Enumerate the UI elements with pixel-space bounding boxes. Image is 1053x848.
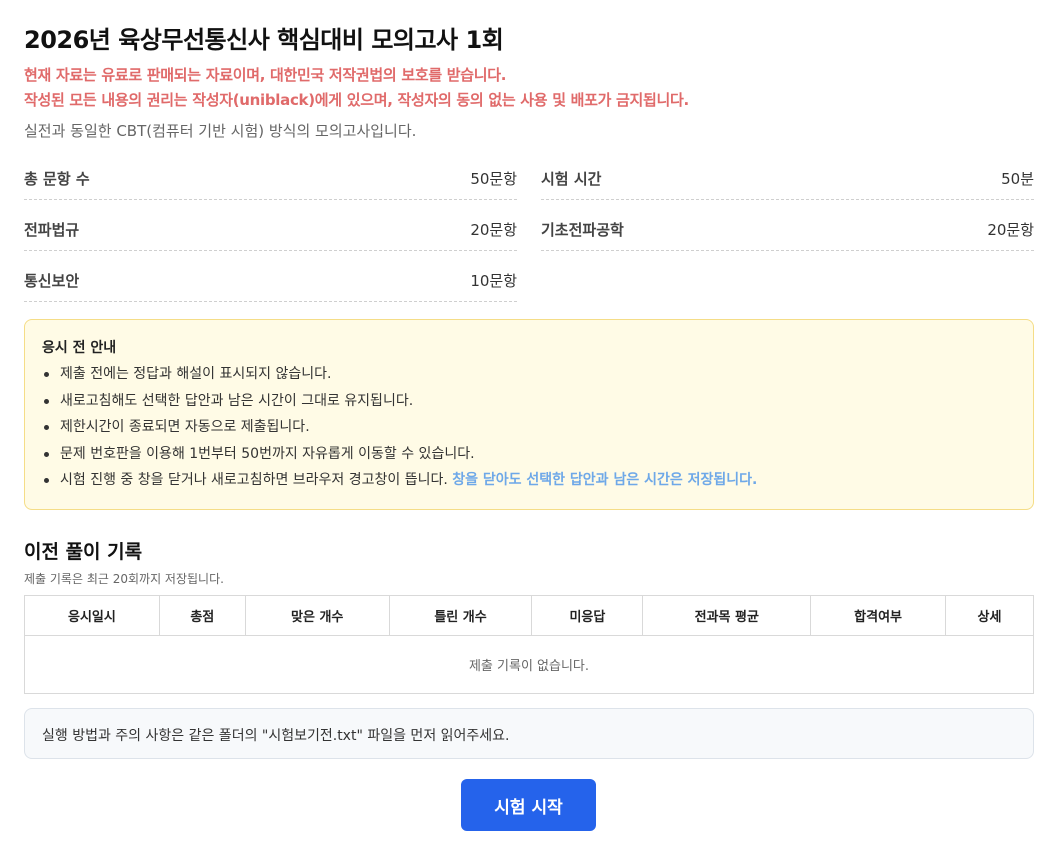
stat-subject-comm-security: 통신보안 10문항 [24, 260, 517, 302]
notice-list: 제출 전에는 정답과 해설이 표시되지 않습니다. 새로고침해도 선택한 답안과… [42, 364, 757, 497]
col-wrong: 틀린 개수 [388, 595, 533, 636]
stat-label: 시험 시간 [541, 170, 602, 188]
stat-exam-time: 시험 시간 50분 [541, 158, 1034, 200]
start-exam-button[interactable]: 시험 시작 [461, 779, 596, 831]
history-title: 이전 풀이 기록 [24, 541, 143, 563]
stat-label: 기초전파공학 [541, 221, 624, 239]
table-row: 제출 기록이 없습니다. [24, 635, 1034, 694]
instructions-text: 실행 방법과 주의 사항은 같은 폴더의 "시험보기전.txt" 파일을 먼저 … [42, 728, 510, 744]
instructions-info-box: 실행 방법과 주의 사항은 같은 폴더의 "시험보기전.txt" 파일을 먼저 … [24, 708, 1034, 759]
col-detail: 상세 [945, 595, 1034, 636]
notice-highlight: 창을 닫아도 선택한 답안과 남은 시간은 저장됩니다. [452, 472, 758, 488]
col-correct: 맞은 개수 [244, 595, 390, 636]
stat-value: 10문항 [470, 272, 517, 290]
stat-value: 20문항 [987, 221, 1034, 239]
copyright-warning-2: 작성된 모든 내용의 권리는 작성자(uniblack)에게 있으며, 작성자의… [24, 91, 689, 109]
col-average: 전과목 평균 [642, 595, 812, 636]
stat-subject-radio-engineering: 기초전파공학 20문항 [541, 209, 1034, 251]
notice-item: 제출 전에는 정답과 해설이 표시되지 않습니다. [42, 364, 757, 391]
notice-title: 응시 전 안내 [42, 340, 117, 356]
notice-item: 제한시간이 종료되면 자동으로 제출됩니다. [42, 417, 757, 444]
notice-item: 새로고침해도 선택한 답안과 남은 시간이 그대로 유지됩니다. [42, 391, 757, 418]
col-pass: 합격여부 [810, 595, 947, 636]
notice-item-text: 시험 진행 중 창을 닫거나 새로고침하면 브라우저 경고창이 뜹니다. [60, 472, 448, 488]
stat-label: 통신보안 [24, 272, 80, 290]
history-header-row: 응시일시 총점 맞은 개수 틀린 개수 미응답 전과목 평균 합격여부 상세 [24, 595, 1034, 636]
stat-label: 전파법규 [24, 221, 80, 239]
stat-total-questions: 총 문항 수 50문항 [24, 158, 517, 200]
page-subtitle: 실전과 동일한 CBT(컴퓨터 기반 시험) 방식의 모의고사입니다. [24, 122, 417, 140]
col-score: 총점 [158, 595, 246, 636]
stat-subject-radio-law: 전파법규 20문항 [24, 209, 517, 251]
notice-item: 시험 진행 중 창을 닫거나 새로고침하면 브라우저 경고창이 뜹니다. 창을 … [42, 470, 757, 497]
pre-exam-notice: 응시 전 안내 제출 전에는 정답과 해설이 표시되지 않습니다. 새로고침해도… [24, 319, 1034, 510]
notice-item: 문제 번호판을 이용해 1번부터 50번까지 자유롭게 이동할 수 있습니다. [42, 444, 757, 471]
history-table: 응시일시 총점 맞은 개수 틀린 개수 미응답 전과목 평균 합격여부 상세 제… [24, 595, 1034, 694]
col-unanswered: 미응답 [531, 595, 644, 636]
empty-history-message: 제출 기록이 없습니다. [24, 635, 1034, 694]
stat-label: 총 문항 수 [24, 170, 90, 188]
copyright-warning-1: 현재 자료는 유료로 판매되는 자료이며, 대한민국 저작권법의 보호를 받습니… [24, 66, 507, 84]
page-title: 2026년 육상무선통신사 핵심대비 모의고사 1회 [24, 26, 504, 54]
stat-value: 50문항 [470, 170, 517, 188]
stat-value: 50분 [1001, 170, 1034, 188]
col-date: 응시일시 [24, 595, 160, 636]
history-subtitle: 제출 기록은 최근 20회까지 저장됩니다. [24, 572, 224, 586]
stat-value: 20문항 [470, 221, 517, 239]
